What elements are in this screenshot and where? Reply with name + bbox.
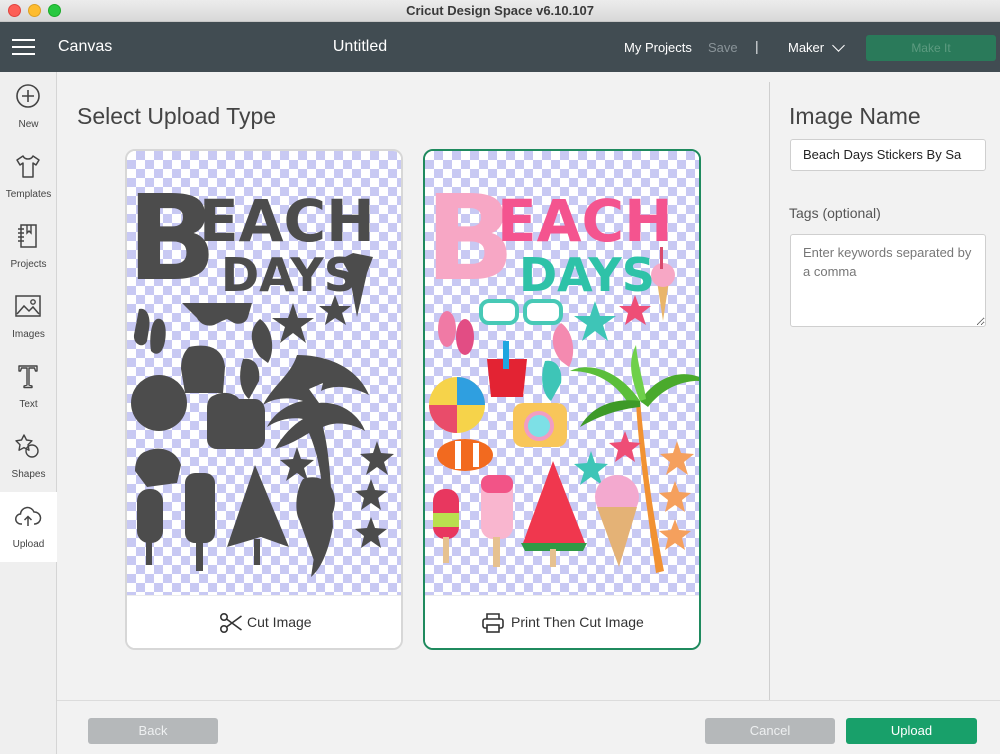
sidebar-item-label: Images (12, 329, 45, 340)
sidebar-item-label: Templates (5, 189, 52, 200)
save-button[interactable]: Save (708, 40, 738, 55)
notebook-icon (18, 224, 37, 248)
upload-button[interactable]: Upload (846, 718, 977, 744)
sidebar-item-label: Shapes (11, 469, 46, 480)
sidebar-item-shapes[interactable]: Shapes (0, 422, 57, 492)
tags-input[interactable] (790, 234, 986, 327)
tags-label: Tags (optional) (789, 205, 881, 221)
sidebar-item-projects[interactable]: Projects (0, 212, 57, 282)
image-name-value: Beach Days Stickers By Sa (803, 147, 962, 162)
preview-line2: DAYS (221, 248, 357, 302)
plus-circle-icon (16, 84, 40, 108)
machine-selector[interactable]: Maker (788, 40, 824, 55)
window-title: Cricut Design Space v6.10.107 (406, 3, 594, 18)
page-title: Select Upload Type (77, 103, 277, 129)
cancel-button[interactable]: Cancel (705, 718, 835, 744)
document-title[interactable]: Untitled (320, 38, 400, 56)
footer-bar: Back Cancel Upload (57, 700, 1000, 754)
chevron-down-icon[interactable] (832, 39, 845, 52)
sidebar-item-new[interactable]: New (0, 72, 57, 142)
upload-type-panel: Select Upload Type B EACH DAYS Cut Image… (57, 72, 769, 700)
sidebar-item-label: Upload (12, 539, 45, 550)
cut-image-preview: B EACH DAYS (127, 151, 401, 595)
preview-line1: EACH (199, 187, 375, 255)
sidebar-item-label: Projects (10, 259, 47, 270)
tshirt-icon (16, 155, 40, 178)
app-header: Canvas Untitled My Projects Save | Maker… (0, 22, 1000, 72)
print-then-cut-option[interactable]: B EACH DAYS Print Then Cut Image (423, 149, 701, 650)
preview-line2: DAYS (519, 248, 655, 302)
window-titlebar: Cricut Design Space v6.10.107 (0, 0, 1000, 22)
shapes-icon (15, 434, 39, 458)
cut-image-label: Cut Image (247, 614, 312, 630)
print-then-cut-label: Print Then Cut Image (511, 614, 644, 630)
left-sidebar: New Templates Projects Images Text Shape… (0, 72, 57, 754)
sidebar-item-templates[interactable]: Templates (0, 142, 57, 212)
sidebar-item-label: New (18, 119, 39, 130)
header-separator: | (755, 38, 759, 54)
my-projects-link[interactable]: My Projects (624, 40, 692, 55)
sidebar-item-text[interactable]: Text (0, 352, 57, 422)
cut-preview-graphic: B EACH DAYS (127, 169, 394, 577)
cut-image-footer[interactable]: Cut Image (127, 595, 401, 648)
print-preview-graphic: B EACH DAYS (425, 169, 699, 573)
print-then-cut-preview: B EACH DAYS (425, 151, 699, 595)
printer-icon (482, 613, 504, 633)
cloud-upload-icon (15, 506, 42, 526)
text-t-icon (18, 365, 38, 389)
image-name-input[interactable]: Beach Days Stickers By Sa (790, 139, 986, 171)
print-then-cut-footer[interactable]: Print Then Cut Image (425, 595, 699, 648)
back-button[interactable]: Back (88, 718, 218, 744)
image-name-heading: Image Name (789, 103, 921, 129)
scissors-icon (219, 612, 242, 634)
sidebar-item-upload[interactable]: Upload (0, 492, 57, 562)
sidebar-item-label: Text (19, 399, 38, 410)
hamburger-menu-icon[interactable] (12, 39, 35, 55)
preview-line1: EACH (497, 187, 673, 255)
canvas-label: Canvas (58, 38, 113, 55)
make-it-button[interactable]: Make It (866, 35, 996, 61)
cut-image-option[interactable]: B EACH DAYS Cut Image (125, 149, 403, 650)
sidebar-item-images[interactable]: Images (0, 282, 57, 352)
image-icon (15, 295, 41, 317)
image-details-panel: Image Name Beach Days Stickers By Sa Tag… (770, 72, 1000, 700)
